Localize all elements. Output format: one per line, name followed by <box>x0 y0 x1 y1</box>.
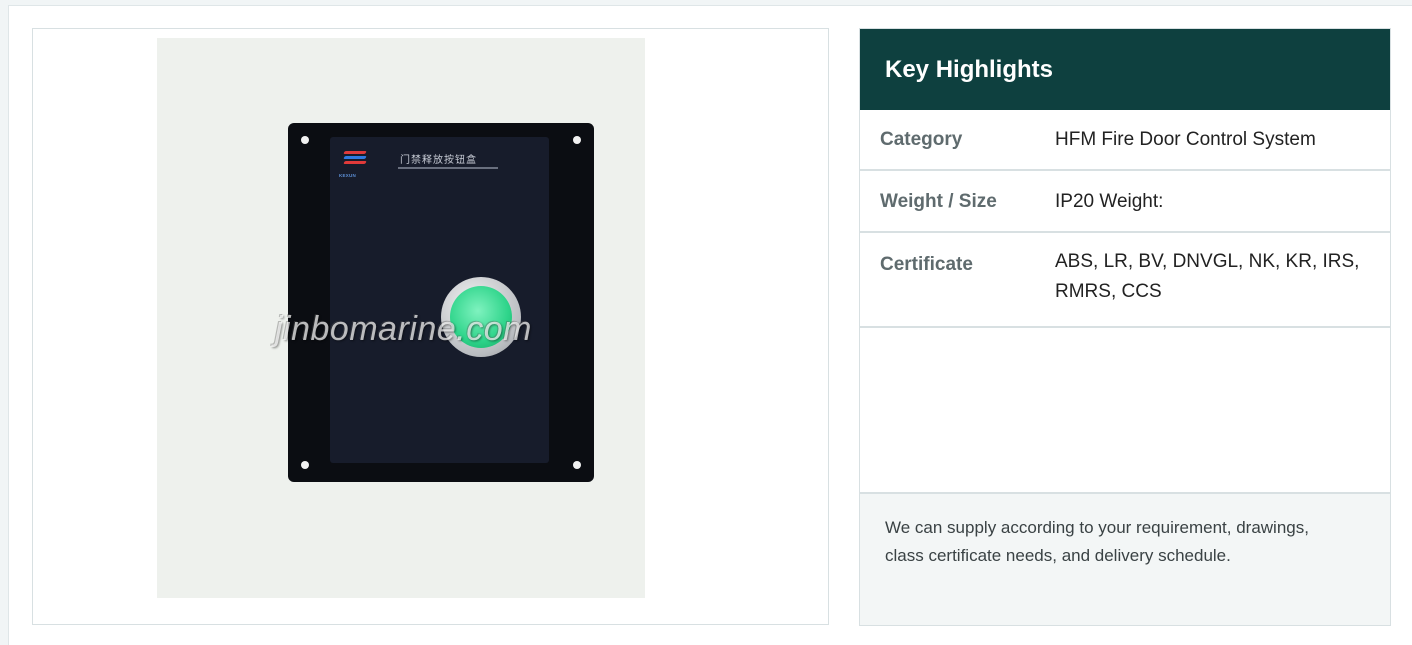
manufacturer-logo-icon <box>343 151 367 171</box>
row-value: ABS, LR, BV, DNVGL, NK, KR, IRS, RMRS, C… <box>1055 251 1360 302</box>
highlights-header: Key Highlights <box>860 29 1390 110</box>
watermark-text: jinbomarine.com <box>275 310 532 348</box>
product-image-card: KEXUN 门禁释放按钮盒 jinbomarine.com <box>32 28 829 625</box>
panel-label-title: 门禁释放按钮盒 <box>400 155 477 166</box>
supply-note: We can supply according to your requirem… <box>860 494 1390 625</box>
screw-icon <box>301 136 309 144</box>
highlights-title: Key Highlights <box>885 56 1054 83</box>
screw-icon <box>301 461 309 469</box>
highlight-row-category: Category HFM Fire Door Control System <box>860 110 1390 171</box>
row-value: IP20 Weight: <box>1055 191 1164 212</box>
key-highlights-card: Key Highlights Category HFM Fire Door Co… <box>859 28 1391 626</box>
highlight-row-weight-size: Weight / Size IP20 Weight: <box>860 171 1390 233</box>
control-panel-body: KEXUN 门禁释放按钮盒 <box>288 123 594 482</box>
row-key: Certificate <box>880 254 973 275</box>
row-key: Category <box>880 129 963 150</box>
product-photo[interactable]: KEXUN 门禁释放按钮盒 jinbomarine.com <box>157 38 645 598</box>
panel-label-subtitle <box>398 167 498 169</box>
highlight-row-empty <box>860 328 1390 494</box>
row-value: HFM Fire Door Control System <box>1055 129 1316 150</box>
supply-note-text: We can supply according to your requirem… <box>885 518 1309 565</box>
row-key: Weight / Size <box>880 191 997 212</box>
panel-face: KEXUN 门禁释放按钮盒 <box>330 137 549 463</box>
screw-icon <box>573 461 581 469</box>
screw-icon <box>573 136 581 144</box>
manufacturer-logo-text: KEXUN <box>338 173 357 179</box>
highlight-row-certificate: Certificate ABS, LR, BV, DNVGL, NK, KR, … <box>860 233 1390 328</box>
